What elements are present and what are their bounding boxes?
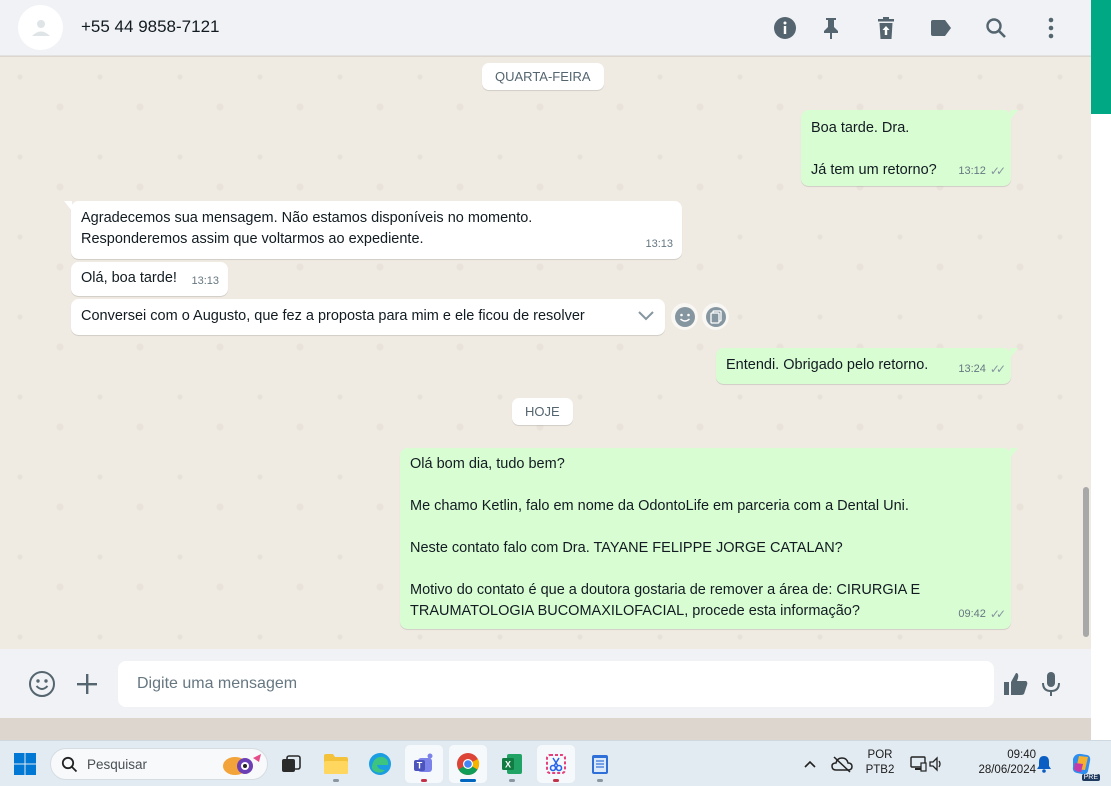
info-icon[interactable] bbox=[771, 14, 799, 42]
double-check-icon: ✓✓ bbox=[989, 362, 1006, 376]
message-text: Conversei com o Augusto, que fez a propo… bbox=[81, 308, 585, 324]
windows-taskbar: Pesquisar T X POR PTB2 09:40 28/06/2024 … bbox=[0, 740, 1111, 786]
running-indicator bbox=[421, 779, 427, 782]
message-input-box[interactable] bbox=[118, 661, 994, 707]
contact-name[interactable]: +55 44 9858-7121 bbox=[81, 17, 220, 37]
thumbs-up-icon[interactable] bbox=[1000, 668, 1032, 700]
running-indicator bbox=[597, 779, 603, 782]
emoji-react-icon[interactable] bbox=[671, 303, 698, 330]
chrome-icon bbox=[457, 753, 480, 775]
keyboard-layout: PTB2 bbox=[865, 764, 895, 776]
message-text: Motivo do contato é que a doutora gostar… bbox=[410, 582, 921, 598]
message-time: 13:13 bbox=[191, 275, 219, 287]
running-indicator bbox=[333, 779, 339, 782]
message-incoming[interactable]: Olá, boa tarde! 13:13 bbox=[71, 262, 228, 296]
message-time: 13:24 bbox=[958, 363, 986, 375]
snipping-tool-button[interactable] bbox=[537, 745, 575, 783]
menu-icon[interactable] bbox=[1037, 14, 1065, 42]
taskbar-clock[interactable]: 09:40 28/06/2024 bbox=[960, 748, 1036, 778]
onedrive-button[interactable] bbox=[826, 745, 858, 783]
emoji-icon[interactable] bbox=[26, 668, 58, 700]
copilot-button[interactable]: PRE bbox=[1064, 745, 1100, 783]
network-icon bbox=[910, 756, 927, 772]
date-divider-today: HOJE bbox=[512, 398, 573, 425]
notifications-button[interactable] bbox=[1030, 745, 1058, 783]
bell-icon bbox=[1037, 756, 1051, 773]
start-button[interactable] bbox=[6, 745, 44, 783]
label-icon[interactable] bbox=[927, 14, 955, 42]
message-outgoing[interactable]: Entendi. Obrigado pelo retorno. 13:24 ✓✓ bbox=[716, 348, 1018, 384]
chat-header: +55 44 9858-7121 bbox=[0, 0, 1091, 56]
delete-icon[interactable] bbox=[872, 14, 900, 42]
copy-icon[interactable] bbox=[702, 303, 729, 330]
clock-date: 28/06/2024 bbox=[978, 764, 1036, 776]
message-time: 13:13 bbox=[645, 238, 673, 250]
message-text: Boa tarde. Dra. bbox=[811, 120, 910, 136]
teams-button[interactable]: T bbox=[405, 745, 443, 783]
double-check-icon: ✓✓ bbox=[989, 607, 1006, 621]
taskbar-search[interactable]: Pesquisar bbox=[50, 748, 268, 780]
input-language-indicator[interactable]: POR PTB2 bbox=[864, 748, 896, 778]
folder-icon bbox=[324, 754, 348, 774]
task-view-button[interactable] bbox=[272, 745, 310, 783]
running-indicator bbox=[509, 779, 515, 782]
show-hidden-icons-button[interactable] bbox=[792, 745, 828, 783]
notepad-icon bbox=[592, 755, 608, 774]
message-text: TRAUMATOLOGIA BUCOMAXILOFACIAL, procede … bbox=[410, 603, 860, 619]
message-time: 13:12 bbox=[958, 165, 986, 177]
clock-time: 09:40 bbox=[1007, 749, 1036, 761]
chat-scrollbar[interactable] bbox=[1083, 487, 1089, 637]
excel-icon: X bbox=[502, 754, 522, 774]
search-highlight-icon bbox=[223, 754, 261, 775]
message-text: Olá bom dia, tudo bem? bbox=[410, 456, 565, 472]
excel-button[interactable]: X bbox=[493, 745, 531, 783]
windows-logo-icon bbox=[14, 753, 36, 775]
message-text: Neste contato falo com Dra. TAYANE FELIP… bbox=[410, 540, 843, 556]
edge-icon bbox=[369, 753, 391, 775]
teams-icon: T bbox=[414, 753, 433, 772]
date-divider-wednesday: QUARTA-FEIRA bbox=[482, 63, 604, 90]
chevron-up-icon bbox=[804, 760, 816, 768]
scissors-icon bbox=[546, 754, 566, 774]
file-explorer-button[interactable] bbox=[317, 745, 355, 783]
chevron-down-icon[interactable] bbox=[637, 308, 655, 329]
pin-icon[interactable] bbox=[817, 14, 845, 42]
svg-text:T: T bbox=[417, 761, 423, 771]
language-code: POR bbox=[867, 749, 893, 761]
network-volume-button[interactable] bbox=[904, 745, 950, 783]
window-bottom-border bbox=[0, 718, 1091, 740]
search-icon[interactable] bbox=[982, 14, 1010, 42]
notepad-button[interactable] bbox=[581, 745, 619, 783]
microphone-icon[interactable] bbox=[1035, 668, 1067, 700]
running-indicator bbox=[553, 779, 559, 782]
message-composer bbox=[0, 649, 1091, 718]
message-time: 09:42 bbox=[958, 608, 986, 620]
speaker-icon bbox=[929, 756, 941, 772]
message-text: Me chamo Ketlin, falo em nome da OdontoL… bbox=[410, 498, 909, 514]
chat-panel: QUARTA-FEIRA Boa tarde. Dra. Já tem um r… bbox=[0, 57, 1091, 649]
message-outgoing[interactable]: Boa tarde. Dra. Já tem um retorno? 13:12… bbox=[801, 110, 1018, 186]
search-placeholder: Pesquisar bbox=[87, 757, 148, 772]
window-scrollbar-thumb[interactable] bbox=[1091, 0, 1111, 114]
task-view-icon bbox=[282, 755, 301, 772]
message-incoming[interactable]: Agradecemos sua mensagem. Não estamos di… bbox=[64, 201, 682, 259]
svg-text:X: X bbox=[505, 760, 511, 770]
message-input[interactable] bbox=[118, 661, 994, 707]
contact-avatar[interactable] bbox=[18, 5, 63, 50]
message-outgoing[interactable]: Olá bom dia, tudo bem? Me chamo Ketlin, … bbox=[400, 448, 1018, 629]
chrome-button[interactable] bbox=[449, 745, 487, 783]
message-text: Responderemos assim que voltarmos ao exp… bbox=[81, 231, 424, 247]
message-incoming[interactable]: Conversei com o Augusto, que fez a propo… bbox=[71, 299, 665, 335]
active-indicator bbox=[460, 779, 476, 782]
search-icon bbox=[61, 756, 78, 773]
preview-badge: PRE bbox=[1081, 774, 1100, 781]
message-text: Agradecemos sua mensagem. Não estamos di… bbox=[81, 210, 533, 226]
plus-icon[interactable] bbox=[71, 668, 103, 700]
default-avatar-icon bbox=[31, 19, 50, 36]
cloud-off-icon bbox=[831, 756, 853, 773]
double-check-icon: ✓✓ bbox=[989, 164, 1006, 178]
edge-button[interactable] bbox=[361, 745, 399, 783]
